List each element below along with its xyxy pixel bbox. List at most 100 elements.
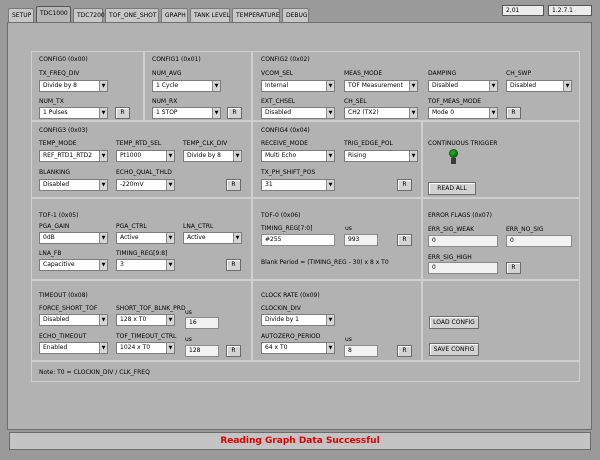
err-sig-weak-label: ERR_SIG_WEAK: [428, 226, 475, 233]
error-flags-refresh-button[interactable]: R: [506, 262, 521, 274]
blank-period-note: Blank Period = (TIMING_REG - 30) x 8 x T…: [261, 259, 389, 266]
tab-temperature[interactable]: TEMPERATURE: [232, 8, 280, 23]
ch-sel-label: CH_SEL: [344, 98, 367, 105]
tx-freq-div-label: TX_FREQ_DIV: [39, 70, 80, 77]
tof0-refresh-button[interactable]: R: [397, 234, 412, 246]
chevron-down-icon: ▼: [166, 260, 174, 270]
tdc1000-panel: CONFIG0 (0x00) TX_FREQ_DIV Divide by 8 ▼ …: [7, 22, 592, 430]
receive-mode-select[interactable]: Multi Echo ▼: [261, 150, 335, 162]
ext-chsel-select[interactable]: Disabled ▼: [261, 107, 335, 119]
trig-edge-pol-label: TRIG_EDGE_POL: [344, 140, 393, 147]
tx-ph-shift-pos-select[interactable]: 31 ▼: [261, 179, 335, 191]
tof1-refresh-button[interactable]: R: [226, 259, 241, 271]
chevron-down-icon: ▼: [563, 81, 571, 91]
ch-swp-select[interactable]: Disabled ▼: [506, 80, 572, 92]
temp-rtd-sel-label: TEMP_RTD_SEL: [116, 140, 162, 147]
chevron-down-icon: ▼: [99, 151, 107, 161]
short-tof-blnk-prd-label: SHORT_TOF_BLNK_PRD: [116, 305, 186, 312]
err-no-sig-label: ERR_NO_SIG: [506, 226, 544, 233]
clock-rate-us-value: 8: [344, 345, 378, 357]
tof-meas-mode-label: TOF_MEAS_MODE: [428, 98, 482, 105]
pga-ctrl-label: PGA_CTRL: [116, 223, 147, 230]
tof-timeout-ctrl-select[interactable]: 1024 x T0 ▼: [116, 342, 175, 354]
tab-graph[interactable]: GRAPH: [161, 8, 188, 23]
damping-label: DAMPING: [428, 70, 457, 77]
num-rx-label: NUM_RX: [152, 98, 178, 105]
num-avg-select[interactable]: 1 Cycle ▼: [152, 80, 221, 92]
pga-ctrl-select[interactable]: Active ▼: [116, 232, 175, 244]
num-tx-label: NUM_TX: [39, 98, 64, 105]
toggle-lever-icon: [451, 158, 456, 164]
num-tx-select[interactable]: 1 Pulses ▼: [39, 107, 108, 119]
chevron-down-icon: ▼: [166, 315, 174, 325]
num-tx-refresh-button[interactable]: R: [115, 107, 130, 119]
lna-ctrl-select[interactable]: Active ▼: [183, 232, 242, 244]
continuous-trigger-led-icon[interactable]: [449, 149, 458, 158]
timeout-us1-label: us: [185, 309, 192, 316]
short-tof-blnk-prd-select[interactable]: 128 x T0 ▼: [116, 314, 175, 326]
timing-reg-70-label: TIMING_REG[7:0]: [261, 225, 313, 232]
config3-refresh-button[interactable]: R: [226, 179, 241, 191]
config3-title: CONFIG3 (0x03): [39, 127, 88, 134]
config0-title: CONFIG0 (0x00): [39, 56, 88, 63]
ch-swp-label: CH_SWP: [506, 70, 532, 77]
load-config-button[interactable]: LOAD CONFIG: [429, 316, 479, 329]
tab-setup[interactable]: SETUP: [8, 8, 34, 23]
trig-edge-pol-select[interactable]: Rising ▼: [344, 150, 418, 162]
ch-sel-select[interactable]: CH2 (TX2) ▼: [344, 107, 418, 119]
tab-tof-one-shot[interactable]: TOF_ONE_SHOT: [105, 8, 159, 23]
tof-meas-mode-select[interactable]: Mode 0 ▼: [428, 107, 498, 119]
chevron-down-icon: ▼: [166, 343, 174, 353]
timeout-us2-label: us: [185, 336, 192, 343]
autozero-period-select[interactable]: 64 x T0 ▼: [261, 342, 335, 354]
chevron-down-icon: ▼: [326, 180, 334, 190]
chevron-down-icon: ▼: [326, 315, 334, 325]
clockin-div-select[interactable]: Divide by 1 ▼: [261, 314, 335, 326]
damping-select[interactable]: Disabled ▼: [428, 80, 498, 92]
chevron-down-icon: ▼: [212, 108, 220, 118]
err-sig-high-label: ERR_SIG_HIGH: [428, 254, 472, 261]
temp-mode-select[interactable]: REF_RTD1_RTD2 ▼: [39, 150, 108, 162]
num-rx-refresh-button[interactable]: R: [227, 107, 242, 119]
tab-tank-level[interactable]: TANK LEVEL: [190, 8, 230, 23]
coord-readout: 2,01: [502, 5, 544, 16]
config4-title: CONFIG4 (0x04): [261, 127, 310, 134]
temp-clk-div-select[interactable]: Divide by 8 ▼: [183, 150, 242, 162]
chevron-down-icon: ▼: [99, 260, 107, 270]
read-all-button[interactable]: READ ALL: [428, 182, 476, 195]
continuous-trigger-label: CONTINUOUS TRIGGER: [428, 140, 498, 147]
save-config-button[interactable]: SAVE CONFIG: [429, 343, 479, 356]
clock-rate-us-label: us: [345, 336, 352, 343]
blanking-label: BLANKING: [39, 169, 71, 176]
version-readout: 1.2.7.1: [548, 5, 592, 16]
clockin-div-label: CLOCKIN_DIV: [261, 305, 301, 312]
echo-timeout-label: ECHO_TIMEOUT: [39, 333, 87, 340]
chevron-down-icon: ▼: [99, 315, 107, 325]
pga-gain-select[interactable]: 0dB ▼: [39, 232, 108, 244]
chevron-down-icon: ▼: [489, 81, 497, 91]
config2-refresh-button[interactable]: R: [506, 107, 521, 119]
ext-chsel-label: EXT_CHSEL: [261, 98, 296, 105]
temp-clk-div-label: TEMP_CLK_DIV: [183, 140, 228, 147]
meas-mode-select[interactable]: TOF Measurement ▼: [344, 80, 418, 92]
echo-qual-thld-select[interactable]: -220mV ▼: [116, 179, 175, 191]
tab-debug[interactable]: DEBUG: [282, 8, 309, 23]
temp-rtd-sel-select[interactable]: Pt1000 ▼: [116, 150, 175, 162]
chevron-down-icon: ▼: [326, 108, 334, 118]
config4-refresh-button[interactable]: R: [397, 179, 412, 191]
tx-ph-shift-pos-label: TX_PH_SHIFT_POS: [261, 169, 316, 176]
vcom-sel-select[interactable]: Internal ▼: [261, 80, 335, 92]
num-rx-select[interactable]: 1 STOP ▼: [152, 107, 221, 119]
timeout-refresh-button[interactable]: R: [226, 345, 241, 357]
echo-timeout-select[interactable]: Enabled ▼: [39, 342, 108, 354]
force-short-tof-select[interactable]: Disabled ▼: [39, 314, 108, 326]
tx-freq-div-select[interactable]: Divide by 8 ▼: [39, 80, 108, 92]
timing-reg-98-select[interactable]: 3 ▼: [116, 259, 175, 271]
chevron-down-icon: ▼: [166, 180, 174, 190]
timing-reg-70-input[interactable]: #255: [261, 234, 335, 246]
blanking-select[interactable]: Disabled ▼: [39, 179, 108, 191]
clock-rate-refresh-button[interactable]: R: [397, 345, 412, 357]
err-sig-high-value: 0: [428, 262, 498, 274]
tab-tdc7200[interactable]: TDC7200: [73, 8, 105, 23]
lna-fb-select[interactable]: Capacitive ▼: [39, 259, 108, 271]
